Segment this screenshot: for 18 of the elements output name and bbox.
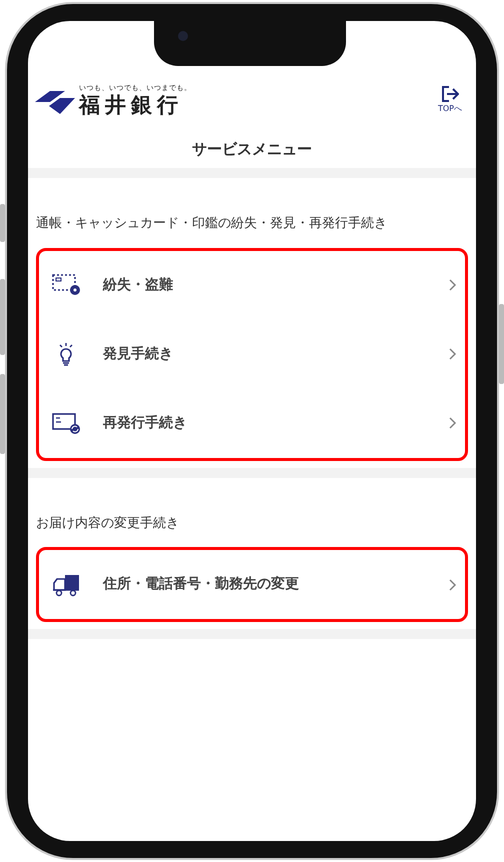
exit-icon xyxy=(440,84,459,102)
logo-icon xyxy=(35,88,75,114)
chevron-right-icon xyxy=(449,348,457,360)
section-heading: 通帳・キャッシュカード・印鑑の紛失・発見・再発行手続き xyxy=(35,215,388,233)
chevron-right-icon xyxy=(449,279,457,291)
section-heading: お届け内容の変更手続き xyxy=(35,514,180,532)
bank-name: 福井銀行 xyxy=(79,94,184,114)
menu-item[interactable]: 発見手続き xyxy=(39,320,465,388)
page-title: サービスメニュー xyxy=(191,138,313,160)
chevron-right-icon xyxy=(449,417,457,429)
menu-item[interactable]: 住所・電話番号・勤務先の変更 xyxy=(39,550,465,619)
chevron-right-icon xyxy=(449,578,457,590)
camera-icon xyxy=(178,31,188,41)
menu-item[interactable]: 再発行手続き xyxy=(39,388,465,458)
card-refresh-icon xyxy=(51,410,81,436)
menu-item[interactable]: 紛失・盗難 xyxy=(39,250,465,320)
lost-card-icon xyxy=(51,272,81,298)
top-link[interactable]: TOPへ xyxy=(438,84,462,114)
